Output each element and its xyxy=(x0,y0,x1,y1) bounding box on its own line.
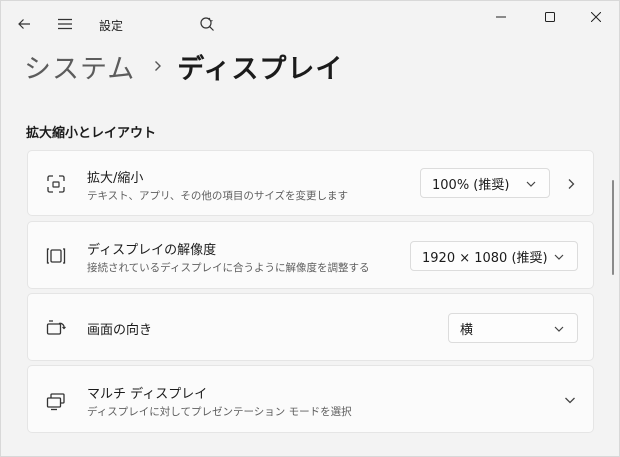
resolution-dropdown-value: 1920 × 1080 (推奨) xyxy=(422,250,548,266)
breadcrumb-system-link[interactable]: システム xyxy=(24,47,135,86)
scale-dropdown-value: 100% (推奨) xyxy=(432,177,510,193)
breadcrumb: システム ディスプレイ xyxy=(24,44,343,88)
chevron-down-icon xyxy=(554,326,564,332)
close-button[interactable] xyxy=(573,0,619,34)
close-icon xyxy=(591,12,601,22)
hamburger-icon xyxy=(58,18,72,30)
orientation-dropdown-value: 横 xyxy=(460,322,474,338)
back-button[interactable] xyxy=(10,10,38,38)
orientation-dropdown[interactable]: 横 xyxy=(448,313,578,343)
chevron-down-icon[interactable] xyxy=(564,394,576,406)
maximize-icon xyxy=(545,12,555,22)
orientation-card: 画面の向き 横 xyxy=(27,293,594,361)
multi-display-card[interactable]: マルチ ディスプレイ ディスプレイに対してプレゼンテーション モードを選択 xyxy=(27,365,594,433)
chevron-down-icon xyxy=(554,254,564,260)
chevron-down-icon xyxy=(526,181,536,187)
page-title: ディスプレイ xyxy=(177,53,344,85)
title-bar: 設定 xyxy=(0,0,620,48)
multi-display-icon xyxy=(44,389,68,413)
back-arrow-icon xyxy=(18,19,30,29)
search-button[interactable] xyxy=(193,10,221,38)
scale-icon xyxy=(44,172,68,196)
scale-description: テキスト、アプリ、その他の項目のサイズを変更します xyxy=(87,190,349,202)
multi-display-description: ディスプレイに対してプレゼンテーション モードを選択 xyxy=(87,406,352,418)
resolution-description: 接続されているディスプレイに合うように解像度を調整する xyxy=(87,262,370,274)
resolution-title: ディスプレイの解像度 xyxy=(87,243,217,258)
menu-button[interactable] xyxy=(51,10,79,38)
orientation-title: 画面の向き xyxy=(87,323,153,338)
scale-dropdown[interactable]: 100% (推奨) xyxy=(420,168,550,198)
scale-title: 拡大/縮小 xyxy=(87,171,144,186)
orientation-icon xyxy=(44,316,68,340)
search-icon xyxy=(200,17,214,31)
maximize-button[interactable] xyxy=(527,0,573,34)
minimize-button[interactable] xyxy=(478,0,524,34)
section-title-scale-layout: 拡大縮小とレイアウト xyxy=(26,126,157,141)
app-title: 設定 xyxy=(99,19,124,33)
resolution-icon xyxy=(44,244,68,268)
multi-display-title: マルチ ディスプレイ xyxy=(87,387,208,402)
scrollbar-thumb[interactable] xyxy=(612,180,614,275)
scale-card[interactable]: 拡大/縮小 テキスト、アプリ、その他の項目のサイズを変更します 100% (推奨… xyxy=(27,150,594,216)
minimize-icon xyxy=(496,16,506,18)
resolution-card: ディスプレイの解像度 接続されているディスプレイに合うように解像度を調整する 1… xyxy=(27,221,594,289)
resolution-dropdown[interactable]: 1920 × 1080 (推奨) xyxy=(410,241,578,271)
chevron-right-icon xyxy=(153,60,163,72)
chevron-right-icon xyxy=(568,179,575,189)
